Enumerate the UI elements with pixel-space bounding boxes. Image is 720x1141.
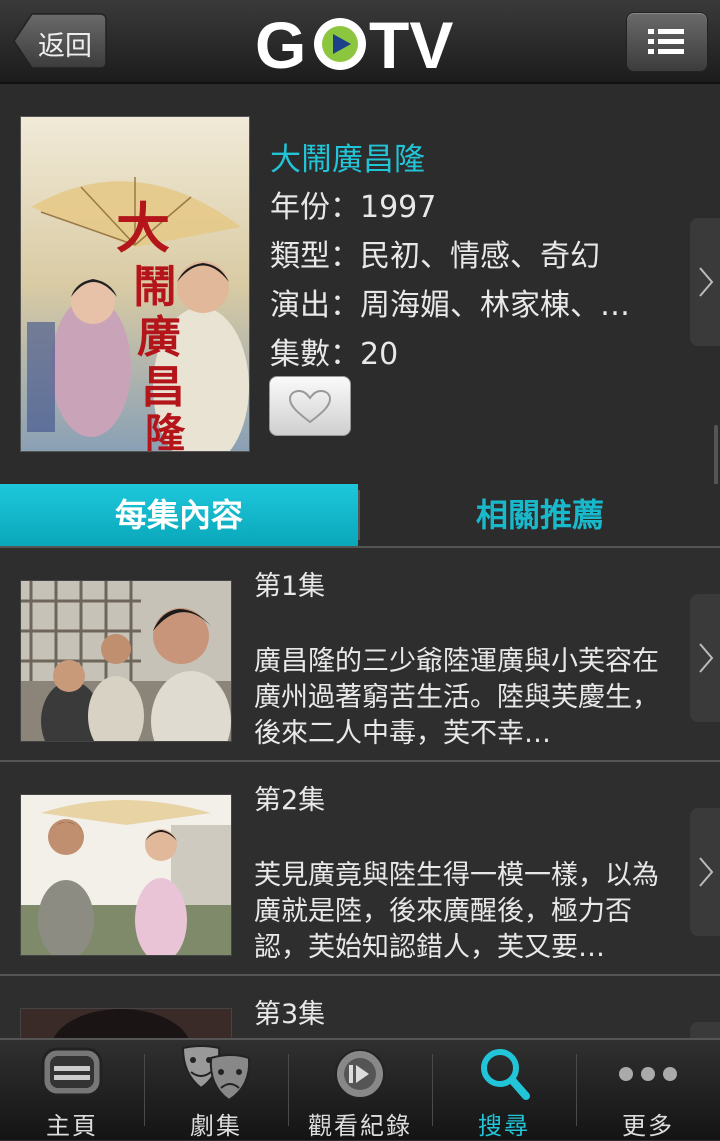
show-genre: 類型：民初、情感、奇幻 xyxy=(270,239,600,274)
top-bar: 返回 G TV xyxy=(0,0,720,84)
episode-description: 芙見廣竟與陸生得一模一樣，以為廣就是陸，後來廣醒後，極力否認，芙始知認錯人，芙又… xyxy=(254,860,659,963)
episode-title: 第1集 xyxy=(254,571,326,602)
tab-episode-content[interactable]: 每集內容 xyxy=(0,484,358,546)
episode-arrow[interactable] xyxy=(690,1022,720,1038)
show-episode-count: 集數：20 xyxy=(270,337,399,372)
back-label: 返回 xyxy=(38,31,92,62)
svg-text:廣: 廣 xyxy=(137,312,181,363)
theater-masks-icon xyxy=(181,1045,251,1102)
nav-history-label: 觀看紀錄 xyxy=(308,1112,412,1140)
episode-arrow[interactable] xyxy=(690,808,720,936)
episode-list: 第1集 廣昌隆的三少爺陸運廣與小芙容在廣州過著窮苦生活。陸與芙慶生，後來二人中毒… xyxy=(0,548,720,1038)
svg-text:G: G xyxy=(255,10,306,74)
history-replay-icon xyxy=(335,1049,385,1099)
episode-description: 廣昌隆的三少爺陸運廣與小芙容在廣州過著窮苦生活。陸與芙慶生，後來二人中毒，芙不幸… xyxy=(254,646,659,749)
episode-thumbnail xyxy=(20,794,232,962)
svg-text:大: 大 xyxy=(116,196,170,260)
show-poster: 大 鬧 廣 昌 隆 xyxy=(20,116,250,467)
back-button[interactable]: 返回 xyxy=(12,12,108,70)
chevron-right-icon xyxy=(699,267,714,297)
nav-home[interactable]: 主頁 xyxy=(0,1040,144,1140)
nav-more-label: 更多 xyxy=(622,1112,674,1140)
menu-button[interactable] xyxy=(626,12,708,72)
nav-history[interactable]: 觀看紀錄 xyxy=(288,1040,432,1140)
search-icon xyxy=(481,1049,530,1100)
bottom-navigation: 主頁 劇集 觀看紀錄 搜尋 更多 xyxy=(0,1038,720,1140)
nav-drama[interactable]: 劇集 xyxy=(144,1040,288,1140)
scrollbar[interactable] xyxy=(714,425,718,485)
chevron-right-icon xyxy=(699,643,714,673)
episode-title: 第2集 xyxy=(254,785,326,816)
cast-detail-arrow[interactable] xyxy=(690,218,720,346)
chevron-right-icon xyxy=(699,857,714,887)
episode-thumbnail xyxy=(20,580,232,771)
nav-drama-label: 劇集 xyxy=(190,1112,242,1140)
list-item[interactable]: 第3集 xyxy=(0,976,720,1038)
nav-more[interactable]: 更多 xyxy=(576,1040,720,1140)
nav-search-label: 搜尋 xyxy=(478,1112,530,1140)
svg-text:鬧: 鬧 xyxy=(133,262,177,313)
show-cast: 演出：周海媚、林家棟、… xyxy=(270,288,630,323)
show-title: 大鬧廣昌隆 xyxy=(270,142,425,178)
more-dots-icon xyxy=(619,1067,677,1081)
tab-related[interactable]: 相關推薦 xyxy=(360,484,720,546)
gotv-logo: G TV xyxy=(255,8,465,82)
list-menu-icon xyxy=(648,29,684,54)
favorite-button[interactable] xyxy=(269,376,351,436)
svg-text:TV: TV xyxy=(369,10,453,74)
nav-search[interactable]: 搜尋 xyxy=(432,1040,576,1140)
svg-text:昌: 昌 xyxy=(141,362,185,413)
show-year: 年份：1997 xyxy=(270,190,437,225)
nav-home-label: 主頁 xyxy=(46,1112,98,1140)
home-icon xyxy=(41,1047,103,1097)
show-info: 大 鬧 廣 昌 隆 大鬧廣昌隆 年份：1997 類型：民初、情感、奇幻 演出：周… xyxy=(0,84,720,484)
episode-title: 第3集 xyxy=(254,999,326,1030)
episode-arrow[interactable] xyxy=(690,594,720,722)
heart-icon xyxy=(288,389,332,424)
svg-text:隆: 隆 xyxy=(145,410,186,451)
list-item[interactable]: 第2集 芙見廣竟與陸生得一模一樣，以為廣就是陸，後來廣醒後，極力否認，芙始知認錯… xyxy=(0,762,720,976)
episode-thumbnail xyxy=(20,1008,232,1038)
list-item[interactable]: 第1集 廣昌隆的三少爺陸運廣與小芙容在廣州過著窮苦生活。陸與芙慶生，後來二人中毒… xyxy=(0,548,720,771)
